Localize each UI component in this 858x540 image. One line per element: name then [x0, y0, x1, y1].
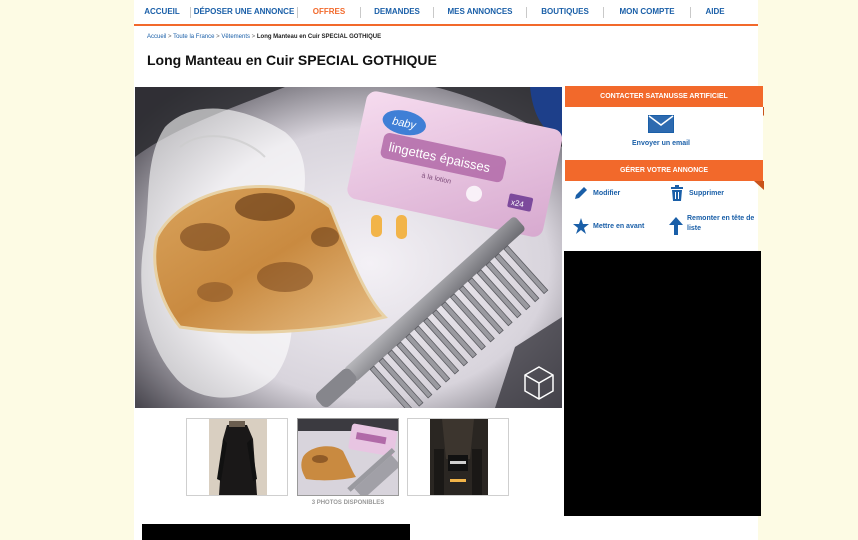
- breadcrumb-region[interactable]: Toute la France: [173, 34, 214, 40]
- main-photo-image: baby lingettes épaisses à la lotion x24: [135, 87, 562, 408]
- send-email-button[interactable]: Envoyer un email: [565, 115, 757, 147]
- manage-header: GÉRER VOTRE ANNONCE: [565, 160, 764, 190]
- nav-item-offres[interactable]: OFFRES: [298, 0, 360, 24]
- breadcrumb-category[interactable]: Vêtements: [221, 34, 250, 40]
- photo-count-label: 3 PHOTOS DISPONIBLES: [311, 500, 385, 506]
- send-email-label: Envoyer un email: [632, 140, 690, 147]
- ad-banner-placeholder: [142, 524, 410, 540]
- nav-item-accueil[interactable]: ACCUEIL: [134, 0, 190, 24]
- nav-item-deposer[interactable]: DÉPOSER UNE ANNONCE: [191, 0, 297, 24]
- modify-label: Modifier: [593, 189, 621, 197]
- page-container: ACCUEIL DÉPOSER UNE ANNONCE OFFRES DEMAN…: [134, 0, 764, 540]
- thumbnail-coat[interactable]: [186, 418, 288, 496]
- feature-button[interactable]: Mettre en avant: [573, 218, 644, 234]
- envelope-icon: [648, 115, 674, 133]
- thumbnail-coat-image: [187, 419, 287, 495]
- breadcrumb-separator: >: [168, 34, 172, 40]
- delete-button[interactable]: Supprimer: [669, 185, 724, 201]
- arrow-up-icon: [669, 217, 683, 235]
- sidebar-ad-placeholder: [564, 251, 761, 516]
- delete-label: Supprimer: [689, 189, 725, 197]
- contact-box: Envoyer un email: [565, 107, 763, 160]
- modify-button[interactable]: Modifier: [573, 185, 620, 201]
- nav-item-boutiques[interactable]: BOUTIQUES: [527, 0, 603, 24]
- manage-header-label: GÉRER VOTRE ANNONCE: [619, 167, 709, 174]
- star-icon: [573, 218, 589, 234]
- thumbnail-detail[interactable]: [407, 418, 509, 496]
- contact-header: CONTACTER SATANUSSE ARTIFICIEL: [565, 86, 764, 116]
- breadcrumb: Accueil > Toute la France > Vêtements > …: [147, 34, 381, 40]
- breadcrumb-current: Long Manteau en Cuir SPECIAL GOTHIQUE: [256, 34, 382, 40]
- contact-header-label: CONTACTER SATANUSSE ARTIFICIEL: [600, 93, 728, 100]
- top-nav: ACCUEIL DÉPOSER UNE ANNONCE OFFRES DEMAN…: [134, 0, 758, 26]
- manage-box: Modifier Supprimer Mettre en avant Remon…: [565, 181, 763, 251]
- breadcrumb-separator: >: [216, 34, 220, 40]
- main-photo[interactable]: baby lingettes épaisses à la lotion x24: [135, 87, 562, 408]
- nav-item-mon-compte[interactable]: MON COMPTE: [604, 0, 690, 24]
- thumbnail-photo-active[interactable]: [297, 418, 399, 496]
- sidebar: CONTACTER SATANUSSE ARTIFICIEL Envoyer u…: [565, 86, 764, 251]
- page-title: Long Manteau en Cuir SPECIAL GOTHIQUE: [147, 52, 437, 68]
- bump-label: Remonter en tête de liste: [687, 215, 755, 232]
- breadcrumb-home[interactable]: Accueil: [147, 34, 166, 40]
- thumbnail-active-image: [298, 419, 398, 495]
- nav-item-mes-annonces[interactable]: MES ANNONCES: [434, 0, 526, 24]
- breadcrumb-separator: >: [251, 34, 256, 40]
- pencil-icon: [575, 187, 587, 199]
- feature-label: Mettre en avant: [593, 222, 645, 230]
- bump-button[interactable]: Remonter en tête de liste: [669, 214, 759, 235]
- nav-item-aide[interactable]: AIDE: [691, 0, 739, 24]
- nav-item-demandes[interactable]: DEMANDES: [361, 0, 433, 24]
- thumbnail-detail-image: [408, 419, 508, 495]
- trash-icon: [671, 185, 683, 201]
